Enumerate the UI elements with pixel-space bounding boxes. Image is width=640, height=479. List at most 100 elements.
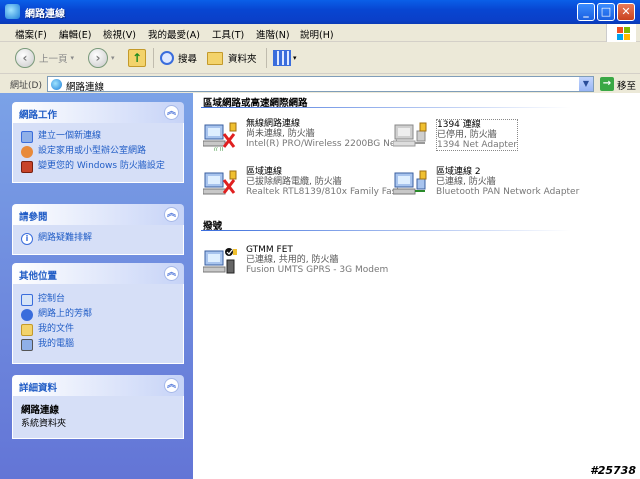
windows-logo-icon <box>606 24 636 42</box>
views-button[interactable]: ▾ <box>273 47 297 69</box>
search-button[interactable]: 搜尋 <box>160 47 197 69</box>
go-arrow-icon[interactable]: → <box>600 77 614 91</box>
folders-button[interactable]: 資料夾 <box>207 47 257 69</box>
create-connection-link[interactable]: 建立一個新連線 <box>21 131 177 143</box>
other-places-header[interactable]: 其他位置 ︽ <box>12 263 184 284</box>
connection-details: 區域連線 2 已連線, 防火牆 Bluetooth PAN Network Ad… <box>436 167 579 197</box>
up-folder-button[interactable]: ↑ <box>128 47 146 69</box>
forward-arrow-icon: › <box>88 48 108 68</box>
toolbar: ‹ 上一頁 ▾ › ▾ ↑ 搜尋 資料夾 ▾ <box>0 42 640 74</box>
see-also-title: 請參閱 <box>19 212 48 223</box>
address-label: 網址(D) <box>10 81 42 91</box>
connection-device: Bluetooth PAN Network Adapter <box>436 187 580 197</box>
my-documents-icon <box>21 324 33 336</box>
info-icon: i <box>21 233 33 245</box>
connection-gtmm-fet[interactable]: GTMM FET 已連線, 共用的, 防火牆 Fusion UMTS GPRS … <box>203 245 403 279</box>
collapse-chevron-icon[interactable]: ︽ <box>164 266 179 281</box>
close-button[interactable]: ✕ <box>617 3 635 21</box>
my-computer-icon <box>21 339 33 351</box>
firewall-icon <box>21 161 33 173</box>
svg-text:(( )): (( )) <box>214 147 223 151</box>
firewall-settings-label: 變更您的 Windows 防火牆設定 <box>38 161 165 171</box>
control-panel-icon <box>21 294 33 306</box>
connection-device: Intel(R) PRO/Wireless 2200BG Net... <box>246 139 408 149</box>
connection-details: 區域連線 已拔除網路電纜, 防火牆 Realtek RTL8139/810x F… <box>246 167 408 197</box>
collapse-chevron-icon[interactable]: ︽ <box>164 105 179 120</box>
address-value: 網路連線 <box>66 82 105 93</box>
connection-1394[interactable]: 1394 連線 已停用, 防火牆 1394 Net Adapter <box>393 119 593 153</box>
toolbar-separator <box>153 48 154 68</box>
back-arrow-icon: ‹ <box>15 48 35 68</box>
up-folder-icon: ↑ <box>128 49 146 67</box>
search-icon <box>160 51 174 65</box>
details-header[interactable]: 詳細資料 ︽ <box>12 375 184 396</box>
menu-view[interactable]: 檢視(V) <box>103 27 136 41</box>
minimize-button[interactable]: _ <box>577 3 595 21</box>
connection-device: Fusion UMTS GPRS - 3G Modem <box>246 265 389 275</box>
title-bar[interactable]: 網路連線 _ □ ✕ <box>0 0 640 24</box>
my-documents-link[interactable]: 我的文件 <box>21 324 177 336</box>
create-connection-label: 建立一個新連線 <box>38 131 102 141</box>
network-tasks-header[interactable]: 網路工作 ︽ <box>12 102 184 123</box>
connection-name: 區域連線 2 <box>436 167 481 177</box>
address-input[interactable]: 網路連線 ▼ <box>47 76 594 93</box>
my-computer-link[interactable]: 我的電腦 <box>21 339 177 351</box>
connection-device: Realtek RTL8139/810x Family Fast... <box>246 187 409 197</box>
menu-bar: 檔案(F) 編輯(E) 檢視(V) 我的最愛(A) 工具(T) 進階(N) 說明… <box>0 24 640 42</box>
back-dropdown-icon: ▾ <box>70 54 75 62</box>
new-connection-icon <box>21 131 33 143</box>
details-title: 詳細資料 <box>19 383 58 394</box>
network-tasks-box: 網路工作 ︽ 建立一個新連線 設定家用或小型辦公室網路 變更您的 Windows… <box>12 102 184 183</box>
connection-details: GTMM FET 已連線, 共用的, 防火牆 Fusion UMTS GPRS … <box>246 245 388 275</box>
search-label: 搜尋 <box>178 54 198 65</box>
window-title: 網路連線 <box>25 9 65 20</box>
explorer-window: 網路連線 _ □ ✕ 檔案(F) 編輯(E) 檢視(V) 我的最愛(A) 工具(… <box>0 0 640 479</box>
address-dropdown-icon[interactable]: ▼ <box>579 77 593 91</box>
task-pane: 網路工作 ︽ 建立一個新連線 設定家用或小型辦公室網路 變更您的 Windows… <box>0 93 193 479</box>
connection-lan-2[interactable]: 區域連線 2 已連線, 防火牆 Bluetooth PAN Network Ad… <box>393 167 593 201</box>
network-tasks-body: 建立一個新連線 設定家用或小型辦公室網路 變更您的 Windows 防火牆設定 <box>12 123 184 183</box>
forward-button[interactable]: › ▾ <box>88 47 115 69</box>
menu-help[interactable]: 說明(H) <box>300 27 334 41</box>
lan-connected-icon <box>393 170 427 195</box>
toolbar-separator <box>266 48 267 68</box>
forward-dropdown-icon: ▾ <box>111 54 115 62</box>
address-bar: 網址(D) 網路連線 ▼ → 移至 <box>0 74 640 93</box>
see-also-header[interactable]: 請參閱 ︽ <box>12 204 184 225</box>
connection-status: 尚未連線, 防火牆 <box>246 129 315 139</box>
menu-edit[interactable]: 編輯(E) <box>59 27 91 41</box>
menu-file[interactable]: 檔案(F) <box>15 27 47 41</box>
see-also-body: i 網路疑難排解 <box>12 225 184 255</box>
connection-name: GTMM FET <box>246 245 293 255</box>
control-panel-link[interactable]: 控制台 <box>21 294 177 306</box>
connection-details: 無線網路連線 尚未連線, 防火牆 Intel(R) PRO/Wireless 2… <box>246 119 408 149</box>
details-subtitle: 系統資料夾 <box>21 419 67 429</box>
network-troubleshooter-link[interactable]: i 網路疑難排解 <box>21 233 177 245</box>
connection-name: 無線網路連線 <box>246 119 301 129</box>
menu-favorites[interactable]: 我的最愛(A) <box>148 27 200 41</box>
menu-tools[interactable]: 工具(T) <box>212 27 244 41</box>
back-button[interactable]: ‹ 上一頁 ▾ <box>15 47 74 69</box>
group-divider <box>201 230 571 231</box>
views-icon <box>273 50 291 66</box>
home-network-icon <box>21 146 33 158</box>
collapse-chevron-icon[interactable]: ︽ <box>164 207 179 222</box>
connection-status: 已連線, 防火牆 <box>436 177 496 187</box>
connection-wireless[interactable]: (( )) 無線網路連線 尚未連線, 防火牆 Intel(R) PRO/Wire… <box>203 119 408 153</box>
home-network-link[interactable]: 設定家用或小型辦公室網路 <box>21 146 177 158</box>
maximize-button[interactable]: □ <box>597 3 615 21</box>
firewall-settings-link[interactable]: 變更您的 Windows 防火牆設定 <box>21 161 177 173</box>
details-box: 詳細資料 ︽ 網路連線 系統資料夾 <box>12 375 184 439</box>
connection-lan[interactable]: 區域連線 已拔除網路電纜, 防火牆 Realtek RTL8139/810x F… <box>203 167 408 201</box>
home-network-label: 設定家用或小型辦公室網路 <box>38 146 147 156</box>
collapse-chevron-icon[interactable]: ︽ <box>164 378 179 393</box>
details-name: 網路連線 <box>21 405 60 416</box>
connections-view: 區域網路或高速網際網路 (( )) 無線網路連線 尚未連線, 防火牆 Intel… <box>193 93 640 479</box>
lan-unplugged-icon <box>203 170 237 195</box>
network-places-link[interactable]: 網路上的芳鄰 <box>21 309 177 321</box>
go-button[interactable]: 移至 <box>617 78 636 92</box>
wireless-network-icon: (( )) <box>203 122 237 151</box>
connection-details: 1394 連線 已停用, 防火牆 1394 Net Adapter <box>436 119 519 151</box>
connection-status: 已停用, 防火牆 <box>437 130 497 140</box>
menu-advanced[interactable]: 進階(N) <box>256 27 290 41</box>
